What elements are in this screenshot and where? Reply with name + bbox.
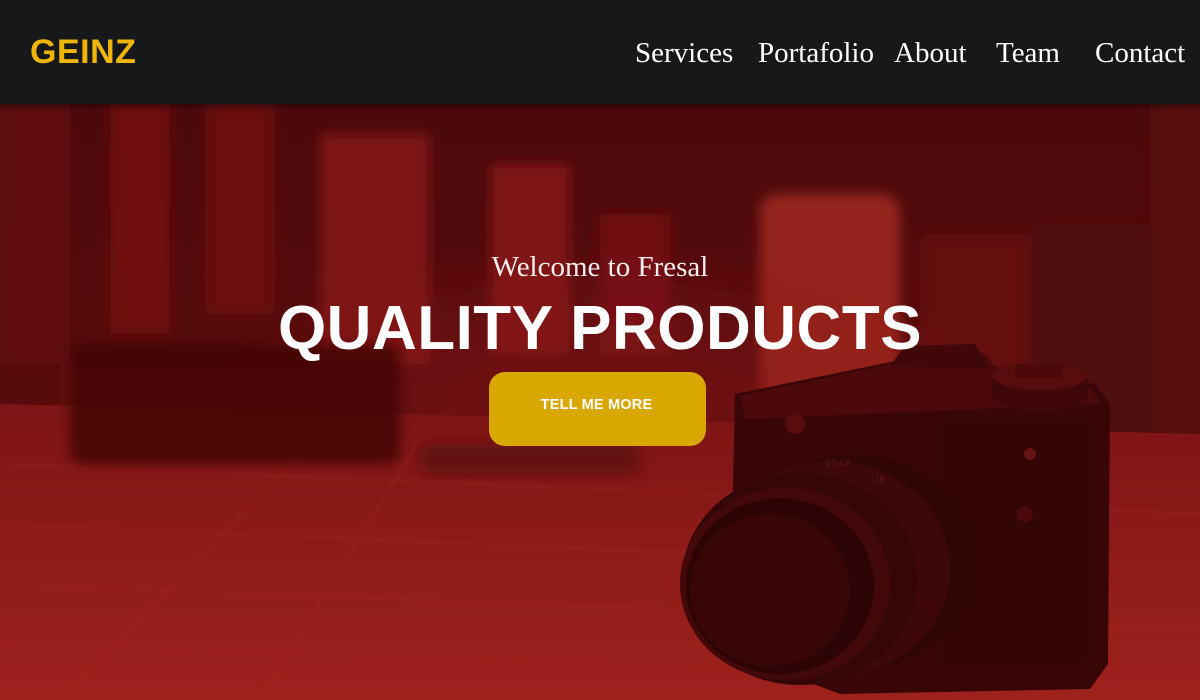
nav-item-portfolio[interactable]: Portafolio — [758, 34, 874, 72]
hero-section: 1 2 4 8 16 Welcome to Fresal QUALITY PRO… — [0, 104, 1200, 700]
hero-heading: QUALITY PRODUCTS — [277, 294, 923, 363]
nav-item-team[interactable]: Team — [996, 34, 1060, 72]
tell-me-more-button[interactable]: TELL ME MORE — [489, 372, 706, 446]
nav-item-contact[interactable]: Contact — [1095, 34, 1185, 72]
nav-item-services[interactable]: Services — [635, 34, 733, 72]
brand-logo[interactable]: GEINZ — [30, 30, 136, 74]
hero-subheading: Welcome to Fresal — [491, 251, 709, 283]
navbar: GEINZ Services Portafolio About Team Con… — [0, 0, 1200, 104]
hero-content: Welcome to Fresal QUALITY PRODUCTS TELL … — [0, 104, 1200, 700]
nav-item-about[interactable]: About — [894, 34, 967, 72]
